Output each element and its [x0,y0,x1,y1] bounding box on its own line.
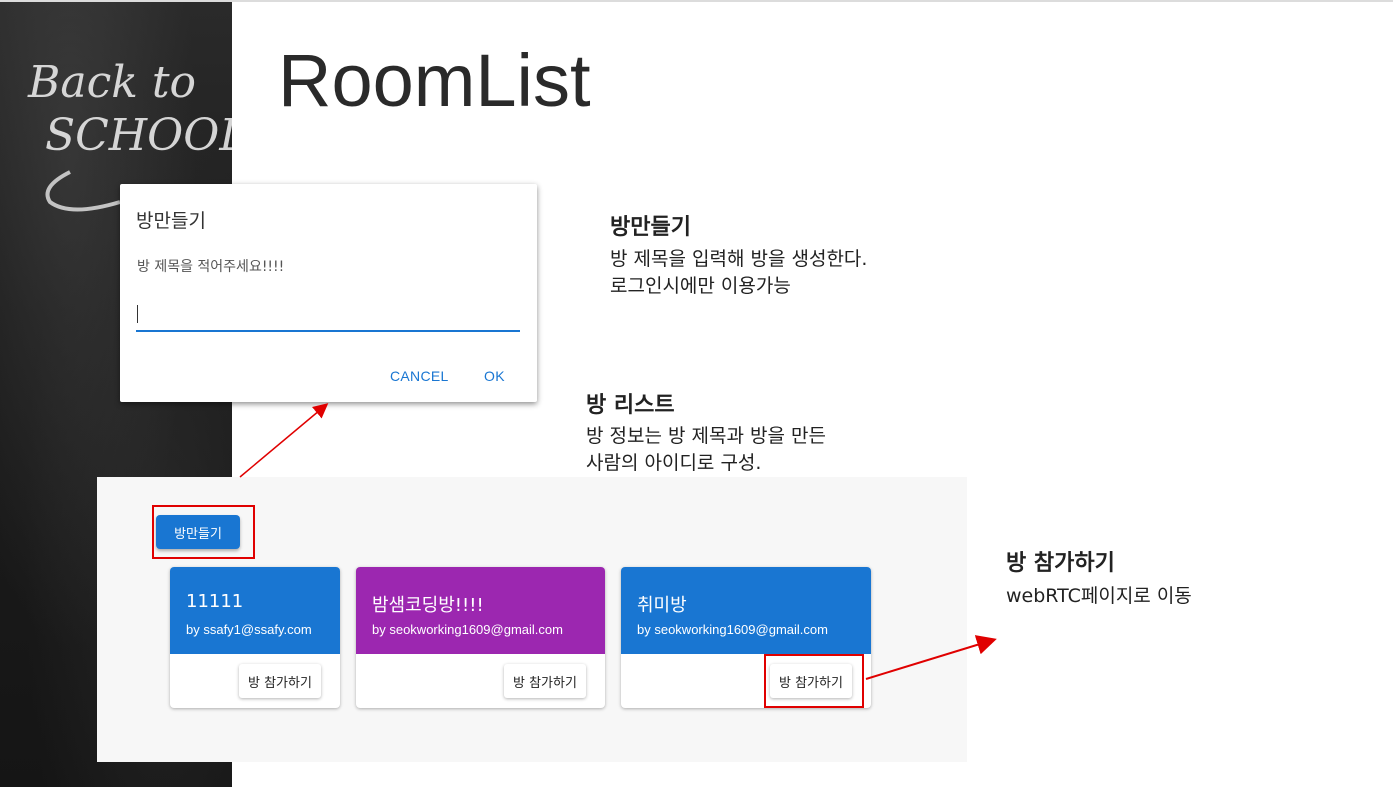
room-owner: by ssafy1@ssafy.com [186,622,312,637]
room-title-input[interactable] [136,302,520,332]
ok-button[interactable]: OK [484,368,505,384]
annotation-create-heading: 방만들기 [610,215,691,240]
dialog-prompt: 방 제목을 적어주세요!!!! [137,259,285,275]
room-card: 밤샘코딩방!!!! by seokworking1609@gmail.com 방… [356,567,605,708]
annotation-join-heading: 방 참가하기 [1006,551,1115,576]
annotation-list-line2: 사람의 아이디로 구성. [586,452,762,474]
highlight-join-button [764,654,864,708]
join-room-button[interactable]: 방 참가하기 [504,664,586,698]
room-title: 11111 [186,591,244,612]
annotation-list-heading: 방 리스트 [586,393,675,418]
highlight-create-button [152,505,255,559]
page-title: RoomList [278,39,591,122]
create-room-dialog: 방만들기 방 제목을 적어주세요!!!! CANCEL OK [120,184,537,402]
annotation-list-line1: 방 정보는 방 제목과 방을 만든 [586,425,826,447]
room-title: 취미방 [637,595,687,616]
room-card-header: 밤샘코딩방!!!! by seokworking1609@gmail.com [356,567,605,654]
text-caret [137,305,138,323]
join-room-button[interactable]: 방 참가하기 [239,664,321,698]
room-owner: by seokworking1609@gmail.com [637,622,828,637]
cancel-button[interactable]: CANCEL [390,368,449,384]
annotation-create-line2: 로그인시에만 이용가능 [610,275,791,297]
arrow-to-dialog [239,403,329,478]
chalk-text-line2: SCHOOL [45,110,232,161]
annotation-join-line1: webRTC페이지로 이동 [1006,585,1192,607]
chalk-text-line1: Back to [27,57,196,108]
room-owner: by seokworking1609@gmail.com [372,622,563,637]
annotation-create-line1: 방 제목을 입력해 방을 생성한다. [610,248,868,270]
dialog-title: 방만들기 [136,210,206,232]
room-card-header: 취미방 by seokworking1609@gmail.com [621,567,871,654]
room-card-header: 11111 by ssafy1@ssafy.com [170,567,340,654]
room-card: 11111 by ssafy1@ssafy.com 방 참가하기 [170,567,340,708]
room-title: 밤샘코딩방!!!! [372,595,484,616]
